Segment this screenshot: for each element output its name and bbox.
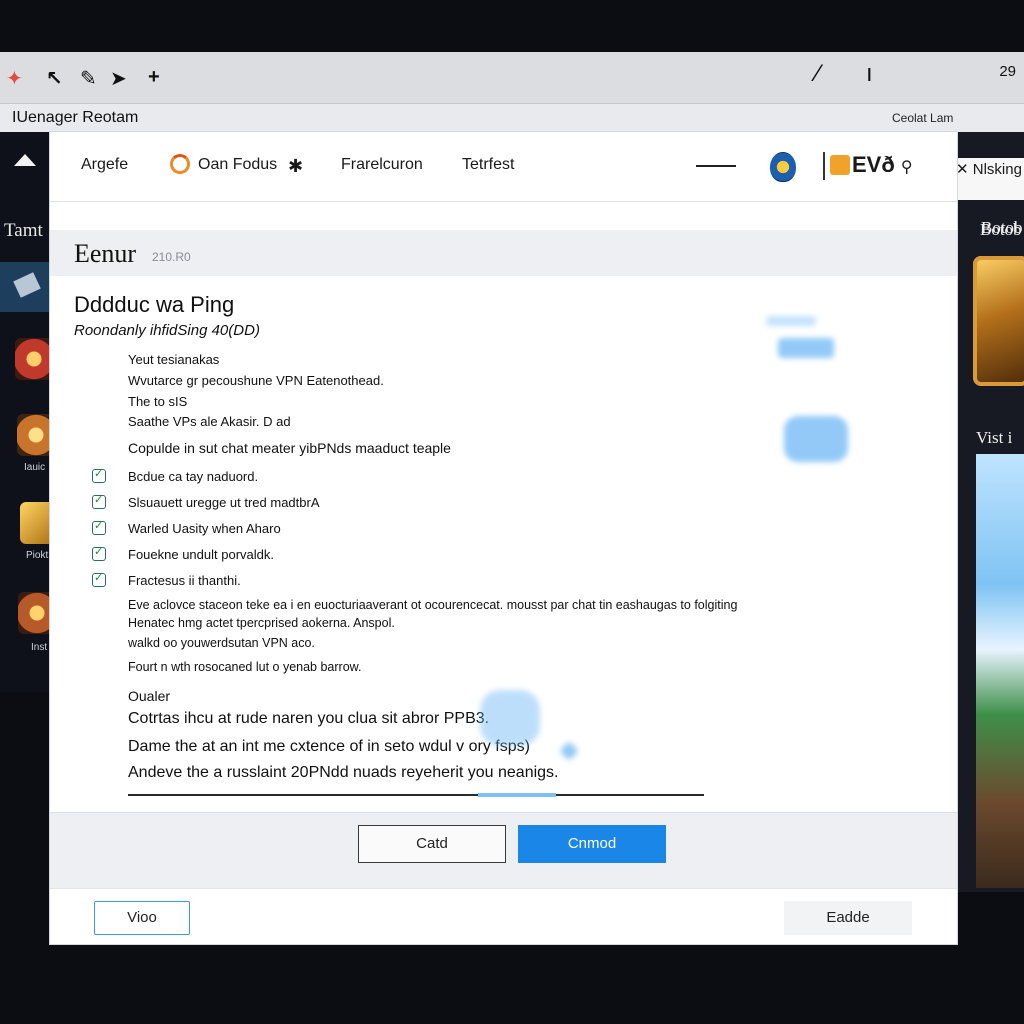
game-tile-4-label: Inst [31,642,48,653]
arrow-icon[interactable]: ↖ [46,66,63,91]
tab-frarelcuron[interactable]: Frarelcuron [341,156,423,174]
confirm-button[interactable]: Cnmod [518,825,666,863]
bullet-line-3: Andeve the a russlaint 20PNdd nuads reye… [128,764,559,781]
fire-icon [170,154,190,174]
dialog-footer: Vioo Eadde [50,888,957,944]
oualer-label: Oualer [128,688,171,704]
tab-oan-fodus[interactable]: Oan Fodus [198,156,277,174]
account-label[interactable]: Ceolat Lam [892,111,953,125]
pin-icon[interactable]: ✱ [288,156,303,177]
pointer-icon[interactable]: ➤ [110,66,127,91]
blur-artifact [559,741,579,761]
checklist-item-5[interactable]: Fractesus ii thanthi. [92,571,241,590]
progress-bar [128,793,704,797]
info-line-1: Yeut tesianakas [128,352,220,367]
main-dialog: Argefe Oan Fodus ✱ Frarelcuron Tetrfest … [50,132,957,944]
system-topbar: ✦ ↖ ✎ ➤ + ⁄ ı 29 [0,52,1024,104]
home-icon[interactable] [14,154,36,166]
checklist-label: Slsuauett uregge ut tred madtbrA [128,495,320,510]
blur-artifact [766,316,816,326]
app-title: IUenager Reotam [12,109,139,126]
paragraph-line-3: walkd oo youwerdsutan VPN aco. [128,636,315,650]
info-line-4: Saathe VPs ale Akasir. D ad [128,414,291,429]
game-tile-3-label: Piokt [26,550,49,561]
progress-segment [478,793,556,797]
eade-button[interactable]: Eadde [784,901,912,935]
view-button[interactable]: Vioo [94,901,190,935]
game-emblem-image[interactable] [973,256,1024,386]
tab-bar: Argefe Oan Fodus ✱ Frarelcuron Tetrfest … [50,132,957,202]
restore-button[interactable]: ı [866,60,873,88]
bullet-line-2: Dame the at an int me cxtence of in seto… [128,738,530,755]
intro-text: Copulde in sut chat meater yibPNds maadu… [128,440,451,456]
plus-icon[interactable]: + [148,66,160,89]
tab-argefe[interactable]: Argefe [81,156,128,174]
content-area: Dddduc wa Ping Roondanly ihfidSing 40(DD… [50,276,957,812]
blur-artifact [784,416,848,462]
section-subtitle: 210.R0 [152,250,191,264]
evo-label: EVð [852,152,895,177]
divider-icon [696,165,736,167]
content-subheading: Roondanly ihfidSing 40(DD) [74,322,260,339]
checklist-item-3[interactable]: Warled Uasity when Aharo [92,519,281,538]
app-titlebar: IUenager Reotam Ceolat Lam [0,104,1024,132]
launcher-sidebar: Tamt Iauic Piokt Inst [0,132,58,692]
dialog-actions: Catd Cnmod [50,812,957,888]
info-line-2: Wvutarce gr pecoushune VPN Eatenothead. [128,373,384,388]
game-tile-1[interactable] [15,338,53,380]
search-chip-label: Nlsking [972,161,1022,178]
checklist-label: Fractesus ii thanthi. [128,573,241,588]
game-tile-2-label: Iauic [24,462,46,473]
checklist-label: Fouekne undult porvaldk. [128,547,274,562]
evo-badge-icon [830,155,850,175]
tab-separator [823,152,825,180]
checklist-label: Bcdue ca tay naduord. [128,469,259,484]
shield-icon[interactable] [770,152,796,182]
minimize-button[interactable]: ⁄ [816,60,820,88]
tab-tetrfest[interactable]: Tetrfest [462,156,514,174]
checkbox[interactable] [92,467,106,483]
game-panel-head-label: Botob [980,220,1022,239]
folder-icon [13,272,41,298]
checklist-item-1[interactable]: Bcdue ca tay naduord. [92,467,259,486]
game-artwork-image[interactable] [976,454,1024,888]
content-heading: Dddduc wa Ping [74,292,235,317]
game-panel-visit-label[interactable]: Vist i [976,428,1012,448]
launcher-active-item[interactable] [0,262,50,312]
checklist-item-4[interactable]: Fouekne undult porvaldk. [92,545,274,564]
blur-artifact [778,338,834,358]
app-color-icon[interactable]: ✦ [6,66,23,91]
blur-artifact [480,690,540,746]
cancel-button[interactable]: Catd [358,825,506,863]
evo-brand[interactable]: EVð ⚲ [830,152,913,178]
checklist-label: Warled Uasity when Aharo [128,521,281,536]
clock-label: 29 [999,63,1016,80]
game-side-panel: Botob Vist i [952,132,1024,892]
checkbox[interactable] [92,493,106,509]
paragraph-line-1: Eve aclovce staceon teke ea i en euoctur… [128,598,738,612]
checklist-item-2[interactable]: Slsuauett uregge ut tred madtbrA [92,493,320,512]
search-chip[interactable]: ✕ Nlsking [956,160,1022,178]
bullet-line-1: Cotrtas ihcu at rude naren you clua sit … [128,710,490,727]
launcher-section-label: Tamt [4,220,43,241]
section-title: Eenur [74,239,137,268]
search-icon[interactable]: ⚲ [901,159,913,176]
info-line-3: The to sIS [128,394,188,409]
paragraph-line-4: Fourt n wth rosocaned lut o yenab barrow… [128,660,362,674]
checkbox[interactable] [92,571,106,587]
paragraph-line-2: Henatec hmg actet tpercprised aokerna. A… [128,616,395,630]
section-header: Eenur 210.R0 [50,230,957,276]
edit-icon[interactable]: ✎ [80,66,97,91]
close-icon[interactable]: ✕ [956,161,969,178]
checkbox[interactable] [92,545,106,561]
desktop-screen: ✦ ↖ ✎ ➤ + ⁄ ı 29 IUenager Reotam Ceolat … [0,0,1024,1024]
checkbox[interactable] [92,519,106,535]
